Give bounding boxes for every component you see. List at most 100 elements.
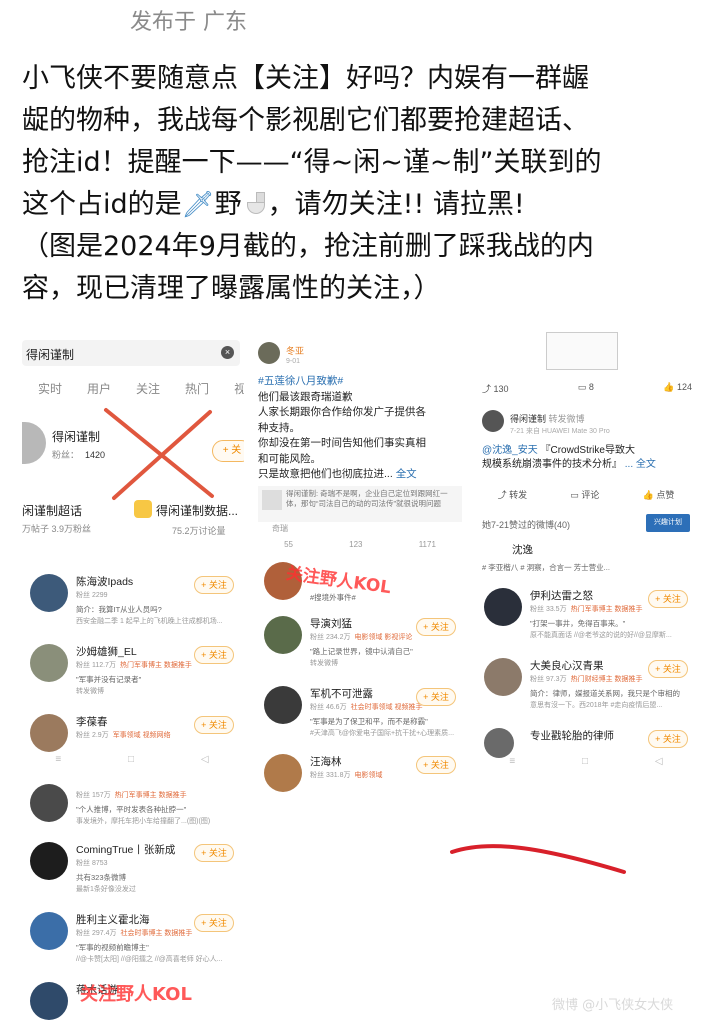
- avatar: [258, 342, 280, 364]
- author-name[interactable]: 冬亚: [286, 344, 304, 357]
- list-item[interactable]: 陈海波Ipads 粉丝 2299 简介：我算IT从业人员吗? 西安金融二季 1 …: [22, 568, 242, 634]
- list-item[interactable]: 大美良心汉青果 粉丝 97.3万 热门财经博主 数据推手 简介：律师，媒报道关系网…: [476, 652, 696, 718]
- repost-count[interactable]: 55: [284, 540, 293, 549]
- like-stat[interactable]: 👍 124: [663, 382, 692, 395]
- back-icon[interactable]: ◁: [655, 756, 663, 772]
- post-date: 9-01: [286, 358, 301, 365]
- user-desc: "打架一事井，免得百事来。": [530, 619, 626, 628]
- user-desc: 简介：律师，媒报道关系网，我只是个审相的: [530, 689, 680, 698]
- data-topic-name[interactable]: 得闲谨制数据...: [156, 502, 238, 519]
- repost-button[interactable]: ⤴ 转发: [498, 488, 528, 501]
- user-desc: "个人推博，平时发表各种扯脖一": [76, 805, 187, 814]
- body-line: 种支持。: [258, 421, 300, 434]
- post-line: （图是2024年9月截的，抢注前删了踩我战的内: [22, 231, 594, 262]
- published-location: 发布于 广东: [130, 10, 247, 35]
- repost-meta: 7-21 来自 HUAWEI Mate 30 Pro: [510, 428, 610, 435]
- post-line: 小飞侠不要随意点【关注】好吗？内娱有一群龌: [22, 63, 589, 94]
- comment-count[interactable]: 123: [349, 540, 362, 549]
- comment-stat[interactable]: ▭ 8: [578, 382, 594, 395]
- follow-button[interactable]: + 关注: [194, 576, 234, 594]
- list-item[interactable]: 胜利主义霍北海 粉丝 297.4万 社会时事博主 数据推手 "军事的视频前瞻博主"…: [22, 906, 242, 972]
- follow-button[interactable]: + 关注: [194, 646, 234, 664]
- follow-button[interactable]: + 关注: [416, 688, 456, 706]
- menu-icon[interactable]: ≡: [509, 756, 515, 772]
- user-extra: //@卡赞[太阳] //@阳擂之 //@高喜老师 好心人...: [76, 956, 223, 963]
- mention-link[interactable]: @沈逸_安天: [482, 445, 538, 456]
- avatar: [30, 574, 68, 612]
- red-annotation-stroke: [450, 844, 626, 874]
- avatar: [30, 842, 68, 880]
- avatar: [30, 784, 68, 822]
- repost-card: 得闲谨制 转发微博 7-21 来自 HUAWEI Mate 30 Pro @沈逸…: [476, 404, 696, 500]
- user-name: 陈海波Ipads: [76, 576, 134, 588]
- quoted-source[interactable]: 得闲谨制: 奇瑞不是啊，企业自己定位到跟网红一体，那句“司法自己的动的司法传”就…: [258, 486, 462, 522]
- user-desc: 简介：我算IT从业人员吗?: [76, 605, 162, 614]
- list-item[interactable]: 沙姆雄狮_EL 粉丝 112.7万 热门军事博主 数据推手 "军事并没有记录者" …: [22, 638, 242, 704]
- hashtag-link[interactable]: #五莲徐八月致歉#: [258, 374, 464, 390]
- post-text: 小飞侠不要随意点【关注】好吗？内娱有一群龌 龊的物种，我战每个影视剧它们都要抢建…: [22, 58, 712, 310]
- avatar: [30, 644, 68, 682]
- search-tabs: 实时 用户 关注 热门 视: [38, 380, 244, 397]
- body-line: 人家长期跟你合作给你发广子提供各: [258, 406, 426, 418]
- user-extra: 转发微博: [310, 660, 338, 667]
- list-item[interactable]: 导演刘猛 粉丝 234.2万 电影领域 影视评论 "路上记录世界，镜中认清自己" …: [256, 610, 464, 676]
- user-extra: 事发境外，摩托车把小车给撞翻了...(图)(图): [76, 818, 211, 825]
- home-icon[interactable]: □: [582, 756, 588, 772]
- list-item[interactable]: 伊利达雷之怒 粉丝 33.5万 热门军事博主 数据推手 "打架一事井，免得百事来。…: [476, 582, 696, 648]
- list-item[interactable]: 专业戳轮胎的律师 + 关注: [476, 722, 696, 758]
- list-item[interactable]: ComingTrue丨张新成 粉丝 8753 共有323条微博 最新1条好像没发…: [22, 836, 242, 902]
- avatar: [30, 912, 68, 950]
- read-more-link[interactable]: ... 全文: [625, 459, 656, 470]
- user-list-c: #搜境外事件# 导演刘猛 粉丝 234.2万 电影领域 影视评论 "路上记录世界，…: [256, 562, 464, 792]
- follow-button[interactable]: + 关注: [194, 844, 234, 862]
- user-fans: 粉丝 46.6万 社会时事领域 视频推手: [310, 704, 423, 711]
- post-screenshot: 冬亚 9-01 #五莲徐八月致歉# 他们最该跟奇瑞道歉 人家长期跟你合作给你发广…: [256, 340, 464, 555]
- read-more-link[interactable]: 全文: [396, 468, 417, 480]
- tab-realtime[interactable]: 实时: [38, 380, 62, 397]
- liked-post-preview: # 李亚楷八 # 洞察，合言一 芳士营业...: [482, 563, 610, 572]
- liked-author[interactable]: 沈逸: [512, 542, 533, 557]
- follow-button[interactable]: + 关注: [194, 716, 234, 734]
- home-icon[interactable]: □: [128, 754, 134, 770]
- account-name[interactable]: 得闲谨制: [52, 428, 100, 445]
- user-desc: "军事的视频前瞻博主": [76, 943, 149, 952]
- repost-author[interactable]: 得闲谨制 转发微博: [510, 412, 585, 425]
- avatar: [484, 658, 522, 696]
- body-line: 只是故意把他们也彻底拉进... 全文: [258, 468, 417, 480]
- repost-text: @沈逸_安天 『CrowdStrike导致大 规模系统崩溃事件的技术分析』 ..…: [482, 445, 656, 470]
- follow-button[interactable]: + 关注: [194, 914, 234, 932]
- list-item[interactable]: 汪海林 粉丝 331.8万 电影领域 + 关注: [256, 748, 464, 792]
- user-desc: #搜境外事件#: [310, 593, 356, 602]
- like-button[interactable]: 👍 点赞: [643, 488, 675, 501]
- post-line: 容，现已清理了曝露属性的关注，）: [22, 273, 441, 304]
- comment-button[interactable]: ▭ 评论: [570, 488, 599, 501]
- follow-button[interactable]: + 关注: [416, 756, 456, 774]
- post-line4-mid: 野: [214, 189, 242, 220]
- follow-button[interactable]: + 关注: [416, 618, 456, 636]
- user-fans: 粉丝 157万 热门军事博主 数据推手: [76, 792, 187, 799]
- follow-button[interactable]: + 关注: [648, 590, 688, 608]
- back-icon[interactable]: ◁: [201, 754, 209, 770]
- repost-stat[interactable]: ⤴ 130: [482, 382, 509, 395]
- red-cross-mark: [104, 408, 214, 500]
- repost-screenshot: ⤴ 130 ▭ 8 👍 124 得闲谨制 转发微博 7-21 来自 HUAWEI…: [476, 332, 696, 562]
- tab-users[interactable]: 用户: [87, 380, 111, 397]
- avatar: [22, 422, 46, 464]
- search-input[interactable]: 得闲谨制 ×: [22, 340, 240, 366]
- clear-icon[interactable]: ×: [221, 346, 234, 359]
- tab-video[interactable]: 视: [234, 380, 244, 397]
- interest-banner[interactable]: 兴趣计划: [646, 514, 690, 532]
- like-count[interactable]: 1171: [419, 540, 436, 549]
- follow-button[interactable]: + 关注: [648, 660, 688, 678]
- data-topic-icon: [134, 500, 152, 518]
- post-body: #五莲徐八月致歉# 他们最该跟奇瑞道歉 人家长期跟你合作给你发广子提供各 种支持…: [258, 374, 464, 483]
- list-item[interactable]: 粉丝 157万 热门军事博主 数据推手 "个人推博，平时发表各种扯脖一" 事发境外…: [22, 782, 242, 832]
- menu-icon[interactable]: ≡: [55, 754, 61, 770]
- tab-follow[interactable]: 关注: [136, 380, 160, 397]
- follow-button[interactable]: + 关注: [648, 730, 688, 748]
- user-desc: "军事是为了保卫和平，而不是称霸": [310, 717, 428, 726]
- supertopic-name[interactable]: 闲谨制超话: [22, 502, 82, 519]
- tab-hot[interactable]: 热门: [185, 380, 209, 397]
- user-extra: #天津高飞@你爱电子国际+抗干扰+心理素质...: [310, 730, 455, 737]
- list-item[interactable]: 军机不可泄露 粉丝 46.6万 社会时事领域 视频推手 "军事是为了保卫和平，而不…: [256, 680, 464, 746]
